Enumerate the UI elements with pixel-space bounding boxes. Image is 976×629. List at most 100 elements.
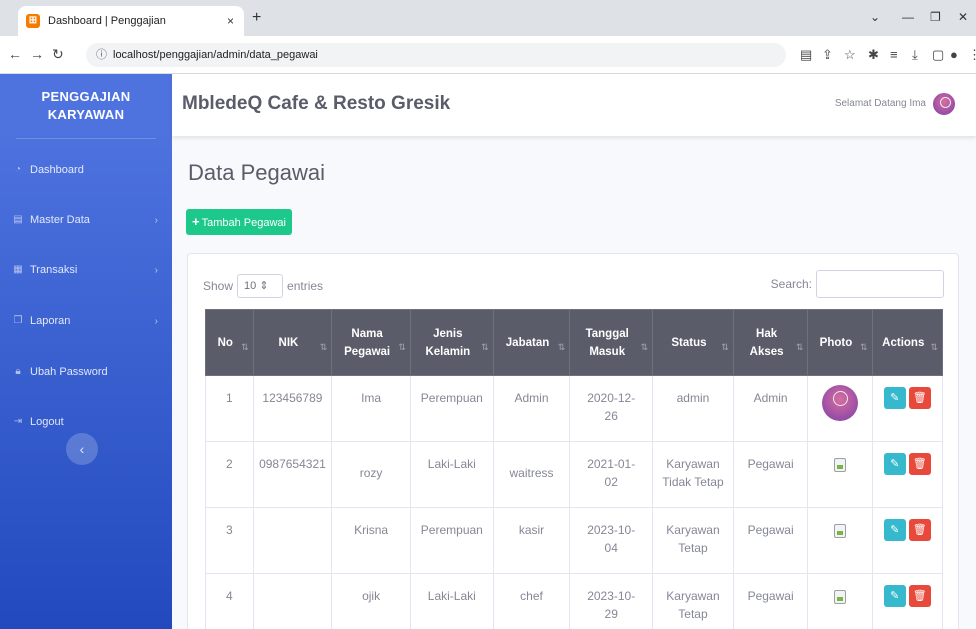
forward-icon[interactable]: → (30, 46, 44, 62)
delete-button[interactable]: 🗑︎ (908, 585, 931, 607)
column-header-nama-pegawai[interactable]: Nama Pegawai ⇅ (331, 309, 411, 376)
close-window-icon[interactable]: ✕ (958, 10, 968, 24)
sort-icon: ⇅ (319, 342, 328, 352)
cell-status: Karyawan Tetap (652, 507, 734, 574)
address-bar[interactable]: ⓘ localhost/penggajian/admin/data_pegawai (86, 43, 786, 67)
sidebar-item-label: Ubah Password (30, 366, 108, 378)
column-header-jabatan[interactable]: Jabatan ⇅ (492, 309, 571, 376)
table-search: Search: (771, 270, 944, 298)
column-header-hak-akses[interactable]: Hak Akses ⇅ (732, 309, 809, 376)
browser-menu-icon[interactable]: ⋮ (968, 47, 976, 63)
bookmark-star-icon[interactable]: ☆ (844, 47, 856, 63)
delete-button[interactable]: 🗑︎ (908, 387, 931, 409)
download-icon[interactable]: ⤓ (912, 47, 918, 63)
sidebar-item-label: Transaksi (30, 264, 78, 276)
profile-icon[interactable]: ● (950, 47, 958, 62)
column-header-status[interactable]: Status ⇅ (652, 309, 734, 376)
sidebar-item-ubah-password[interactable]: 🔒︎ Ubah Password (0, 360, 172, 384)
delete-button[interactable]: 🗑︎ (908, 519, 931, 541)
edit-button[interactable]: ✎ (883, 585, 906, 607)
sidebar-item-dashboard[interactable]: ◔ Dashboard (0, 158, 172, 182)
cell-hak-akses: Pegawai (732, 507, 809, 574)
search-input[interactable] (816, 270, 944, 298)
avatar[interactable] (932, 92, 956, 116)
sidebar-item-laporan[interactable]: ❐ Laporan › (0, 309, 172, 333)
cell-actions: ✎ 🗑︎ (871, 375, 944, 442)
cell-no: 4 (205, 573, 254, 629)
add-employee-button[interactable]: + Tambah Pegawai (186, 209, 292, 235)
cell-no: 3 (205, 507, 254, 574)
broken-image-icon (833, 524, 846, 538)
cell-nama: ojik (331, 573, 411, 629)
sort-icon: ⇅ (859, 342, 868, 352)
sidebar-item-label: Dashboard (30, 164, 84, 176)
column-header-photo[interactable]: Photo ⇅ (807, 309, 873, 376)
minimize-icon[interactable]: — (902, 10, 914, 24)
select-arrows-icon: ⇕ (259, 280, 269, 292)
cell-tanggal-masuk: 2020-12- 26 (569, 375, 654, 442)
sidebar-item-master-data[interactable]: ▤ Master Data › (0, 208, 172, 232)
column-header-actions[interactable]: Actions ⇅ (871, 309, 944, 376)
topbar: MbledeQ Cafe & Resto Gresik Selamat Data… (172, 74, 976, 136)
page-title: Data Pegawai (188, 160, 325, 185)
delete-button[interactable]: 🗑︎ (908, 453, 931, 475)
cell-photo (807, 573, 873, 629)
reload-icon[interactable]: ↻ (52, 46, 64, 63)
extensions-icon[interactable]: ✱ (868, 47, 879, 63)
sidebar-item-transaksi[interactable]: ▦ Transaksi › (0, 258, 172, 282)
data-table-card: Show 10 ⇕ entries Search: No ⇅ NIK ⇅ Nama P… (187, 253, 959, 629)
sidebar-item-label: Master Data (30, 214, 90, 226)
cell-no: 2 (205, 441, 254, 508)
sort-icon: ⇅ (398, 342, 406, 352)
cell-jabatan: kasir (492, 507, 571, 574)
tab-search-icon[interactable]: ⌄ (870, 10, 880, 24)
cell-tanggal-masuk: 2021-01- 02 (569, 441, 654, 508)
translate-icon[interactable]: ▤ (800, 47, 812, 63)
reading-list-icon[interactable]: ≡ (890, 47, 898, 62)
new-tab-button[interactable]: + (252, 9, 261, 27)
chevron-right-icon: › (154, 214, 158, 226)
column-header-jenis-kelamin[interactable]: Jenis Kelamin ⇅ (409, 309, 494, 376)
edit-button[interactable]: ✎ (883, 387, 906, 409)
cell-actions: ✎ 🗑︎ (871, 507, 944, 574)
entries-select[interactable]: 10 ⇕ (237, 274, 284, 298)
edit-button[interactable]: ✎ (883, 453, 906, 475)
sidebar-brand[interactable]: PENGGAJIAN KARYAWAN (0, 74, 172, 138)
broken-image-icon (833, 590, 846, 604)
copy-icon: ❐ (13, 315, 23, 326)
site-info-icon[interactable]: ⓘ (96, 49, 107, 61)
cell-jabatan: chef (492, 573, 571, 629)
cell-tanggal-masuk: 2023-10- 04 (569, 507, 654, 574)
sidebar-item-label: Logout (30, 416, 64, 428)
back-icon[interactable]: ← (8, 46, 22, 62)
employee-photo (821, 385, 858, 421)
column-header-no[interactable]: No ⇅ (205, 309, 254, 376)
lock-icon: 🔒︎ (15, 366, 21, 377)
browser-tab[interactable]: ⊞ Dashboard | Penggajian × (18, 6, 244, 36)
side-panel-icon[interactable]: ▢ (932, 47, 944, 63)
cell-nik (252, 507, 333, 574)
tab-title: Dashboard | Penggajian (48, 15, 166, 27)
sort-icon: ⇅ (481, 342, 489, 352)
employee-table: No ⇅ NIK ⇅ Nama Pegawai ⇅ Jenis Kelamin ⇅ Jaba… (205, 309, 944, 629)
sidebar-toggle-button[interactable]: ‹ (66, 433, 98, 465)
cell-hak-akses: Admin (732, 375, 809, 442)
tab-close-icon[interactable]: × (227, 14, 234, 28)
share-icon[interactable]: ⇪ (822, 47, 833, 63)
cell-hak-akses: Pegawai (732, 573, 809, 629)
restore-icon[interactable]: ❐ (930, 10, 941, 24)
cell-jenis-kelamin: Laki-Laki (409, 573, 494, 629)
cell-jenis-kelamin: Perempuan (409, 375, 494, 442)
edit-button[interactable]: ✎ (883, 519, 906, 541)
cell-nik: 0987654321 (252, 441, 333, 508)
cell-tanggal-masuk: 2023-10- 29 (569, 573, 654, 629)
user-greeting[interactable]: Selamat Datang Ima (835, 98, 926, 109)
sort-icon: ⇅ (930, 342, 938, 352)
table-row: 1 123456789 Ima Perempuan Admin 2020-12-… (205, 375, 944, 442)
sort-icon: ⇅ (640, 342, 649, 352)
column-header-tanggal-masuk[interactable]: Tanggal Masuk ⇅ (569, 309, 654, 376)
column-header-nik[interactable]: NIK ⇅ (252, 309, 333, 376)
table-row: 2 0987654321 rozy Laki-Laki waitress 202… (205, 441, 944, 508)
cell-nama: Krisna (331, 507, 411, 574)
sidebar-item-logout[interactable]: ⇥ Logout (0, 410, 172, 434)
